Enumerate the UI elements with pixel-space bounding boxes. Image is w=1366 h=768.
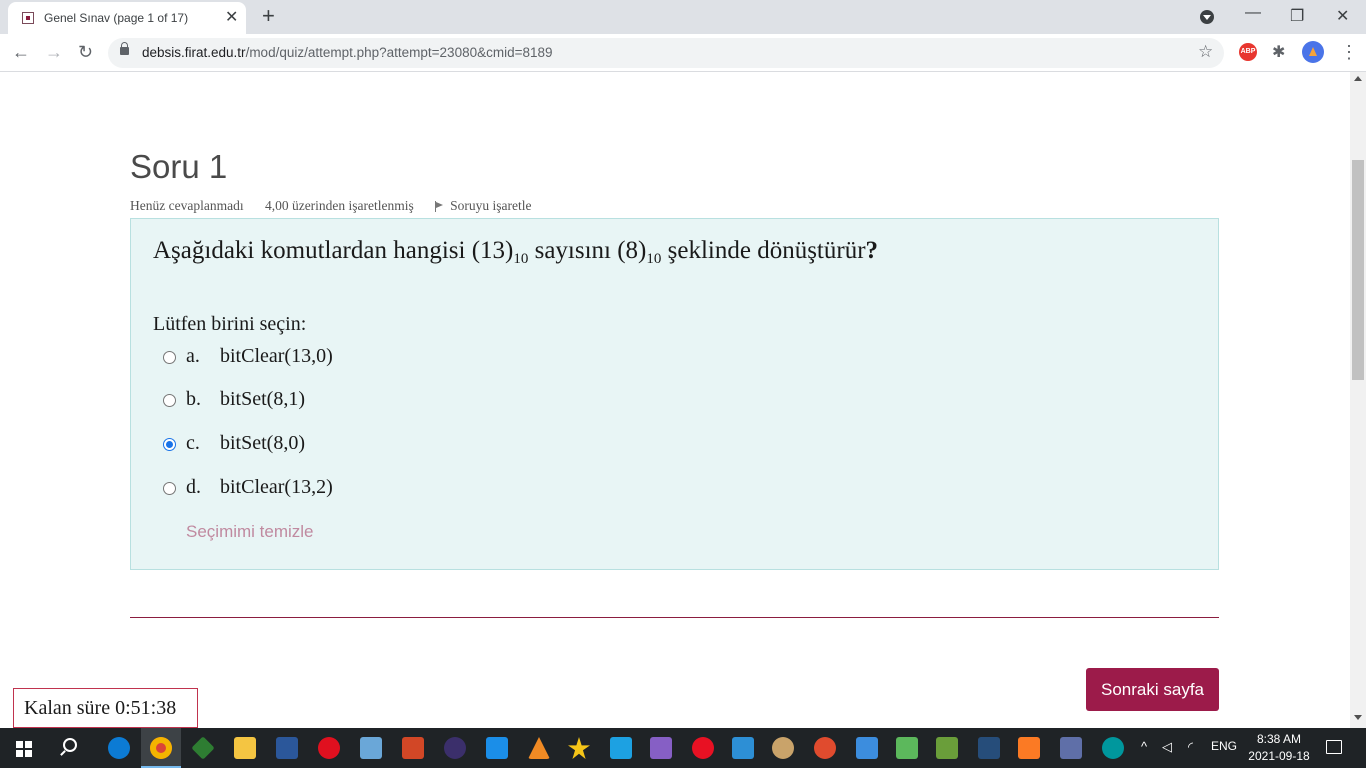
arduino-icon[interactable]	[1102, 737, 1124, 759]
question-info: Henüz cevaplanmadı 4,00 üzerinden işaret…	[130, 198, 568, 214]
scroll-down-arrow-icon[interactable]	[1354, 715, 1362, 720]
profile-avatar-icon[interactable]	[1302, 41, 1324, 63]
chart-app-icon[interactable]	[936, 737, 958, 759]
lock-icon	[120, 42, 129, 55]
chrome-icon[interactable]	[150, 737, 172, 759]
extensions-puzzle-icon[interactable]: ✱	[1272, 42, 1290, 61]
share-app-icon[interactable]	[610, 737, 632, 759]
browser-tab-active[interactable]: Genel Sınav (page 1 of 17) ✕	[8, 2, 246, 34]
file-explorer-icon[interactable]	[234, 737, 256, 759]
paint-icon[interactable]	[772, 737, 794, 759]
question-content-box: Aşağıdaki komutlardan hangisi (13)10 say…	[130, 218, 1219, 570]
address-bar[interactable]: debsis.firat.edu.tr/mod/quiz/attempt.php…	[108, 38, 1224, 68]
question-marks: 4,00 üzerinden işaretlenmiş	[264, 198, 414, 213]
scrollbar-thumb[interactable]	[1352, 160, 1364, 380]
eclipse-icon[interactable]	[444, 737, 466, 759]
browser-menu-icon[interactable]: ⋮	[1340, 42, 1358, 62]
adblock-extension-icon[interactable]: ABP	[1239, 43, 1257, 61]
pdf-icon[interactable]	[360, 737, 382, 759]
quiz-timer: Kalan süre 0:51:38	[13, 688, 198, 728]
restore-icon[interactable]: ❐	[1290, 6, 1304, 26]
answer-prompt: Lütfen birini seçin:	[153, 313, 307, 335]
window-close-icon[interactable]: ✕	[1336, 6, 1349, 26]
tab-close-icon[interactable]: ✕	[225, 8, 238, 28]
scroll-up-arrow-icon[interactable]	[1354, 76, 1362, 81]
page-scrollbar[interactable]	[1350, 72, 1366, 728]
power-app-icon[interactable]	[692, 737, 714, 759]
back-arrow-icon[interactable]: ←	[12, 41, 30, 63]
tray-chevron-icon[interactable]: ^	[1141, 739, 1147, 754]
language-indicator[interactable]: ENG	[1211, 739, 1237, 753]
flag-question-link[interactable]: Soruyu işaretle	[435, 198, 549, 213]
device-app-icon[interactable]	[732, 737, 754, 759]
vlc-icon[interactable]	[528, 737, 550, 759]
windows-start-icon[interactable]	[16, 741, 32, 757]
network-app-icon[interactable]	[978, 737, 1000, 759]
tab-search-dropdown-icon[interactable]	[1200, 10, 1214, 24]
radio-c[interactable]	[163, 438, 176, 451]
reload-icon[interactable]: ↻	[78, 41, 93, 63]
section-divider	[130, 617, 1219, 618]
tab-title: Genel Sınav (page 1 of 17)	[44, 11, 189, 25]
xampp-icon[interactable]	[1018, 737, 1040, 759]
question-status: Henüz cevaplanmadı	[130, 198, 244, 213]
quiz-page: Soru 1 Henüz cevaplanmadı 4,00 üzerinden…	[0, 72, 1350, 728]
visual-studio-icon[interactable]	[650, 737, 672, 759]
taskbar-search-icon[interactable]	[63, 738, 77, 752]
radio-d[interactable]	[163, 482, 176, 495]
question-number-heading: Soru 1	[130, 148, 228, 185]
next-page-button[interactable]: Sonraki sayfa	[1086, 668, 1219, 711]
star-app-icon[interactable]	[568, 737, 590, 759]
url-text: debsis.firat.edu.tr/mod/quiz/attempt.php…	[142, 45, 553, 60]
new-tab-button[interactable]: +	[262, 4, 275, 28]
powerpoint-icon[interactable]	[402, 737, 424, 759]
edge-icon[interactable]	[108, 737, 130, 759]
wifi-icon[interactable]: ◜	[1188, 739, 1193, 755]
radio-a[interactable]	[163, 351, 176, 364]
clock[interactable]: 8:38 AM 2021-09-18	[1244, 731, 1314, 765]
bookmark-star-icon[interactable]: ☆	[1198, 42, 1213, 62]
browser-toolbar: ← → ↻ debsis.firat.edu.tr/mod/quiz/attem…	[0, 34, 1366, 72]
radio-b[interactable]	[163, 394, 176, 407]
forward-arrow-icon[interactable]: →	[45, 41, 63, 63]
clear-choice-link[interactable]: Seçimimi temizle	[186, 522, 314, 542]
notification-icon[interactable]	[1326, 740, 1342, 754]
word-icon[interactable]	[276, 737, 298, 759]
minimize-icon[interactable]: —	[1245, 4, 1261, 22]
vscode-icon[interactable]	[486, 737, 508, 759]
opera-icon[interactable]	[318, 737, 340, 759]
tools-app-icon[interactable]	[896, 737, 918, 759]
photo-app-icon[interactable]	[856, 737, 878, 759]
windows-taskbar: ^ ◁ ◜ ENG 8:38 AM 2021-09-18	[0, 728, 1366, 768]
volume-icon[interactable]: ◁	[1162, 739, 1172, 755]
record-app-icon[interactable]	[814, 737, 836, 759]
question-text: Aşağıdaki komutlardan hangisi (13)10 say…	[153, 237, 879, 267]
app-diamond-icon[interactable]	[191, 736, 215, 760]
browser-tab-bar: Genel Sınav (page 1 of 17) ✕ + — ❐ ✕	[0, 0, 1366, 34]
site-favicon-icon	[22, 12, 34, 24]
search-app-icon[interactable]	[1060, 737, 1082, 759]
flag-icon	[435, 201, 445, 212]
